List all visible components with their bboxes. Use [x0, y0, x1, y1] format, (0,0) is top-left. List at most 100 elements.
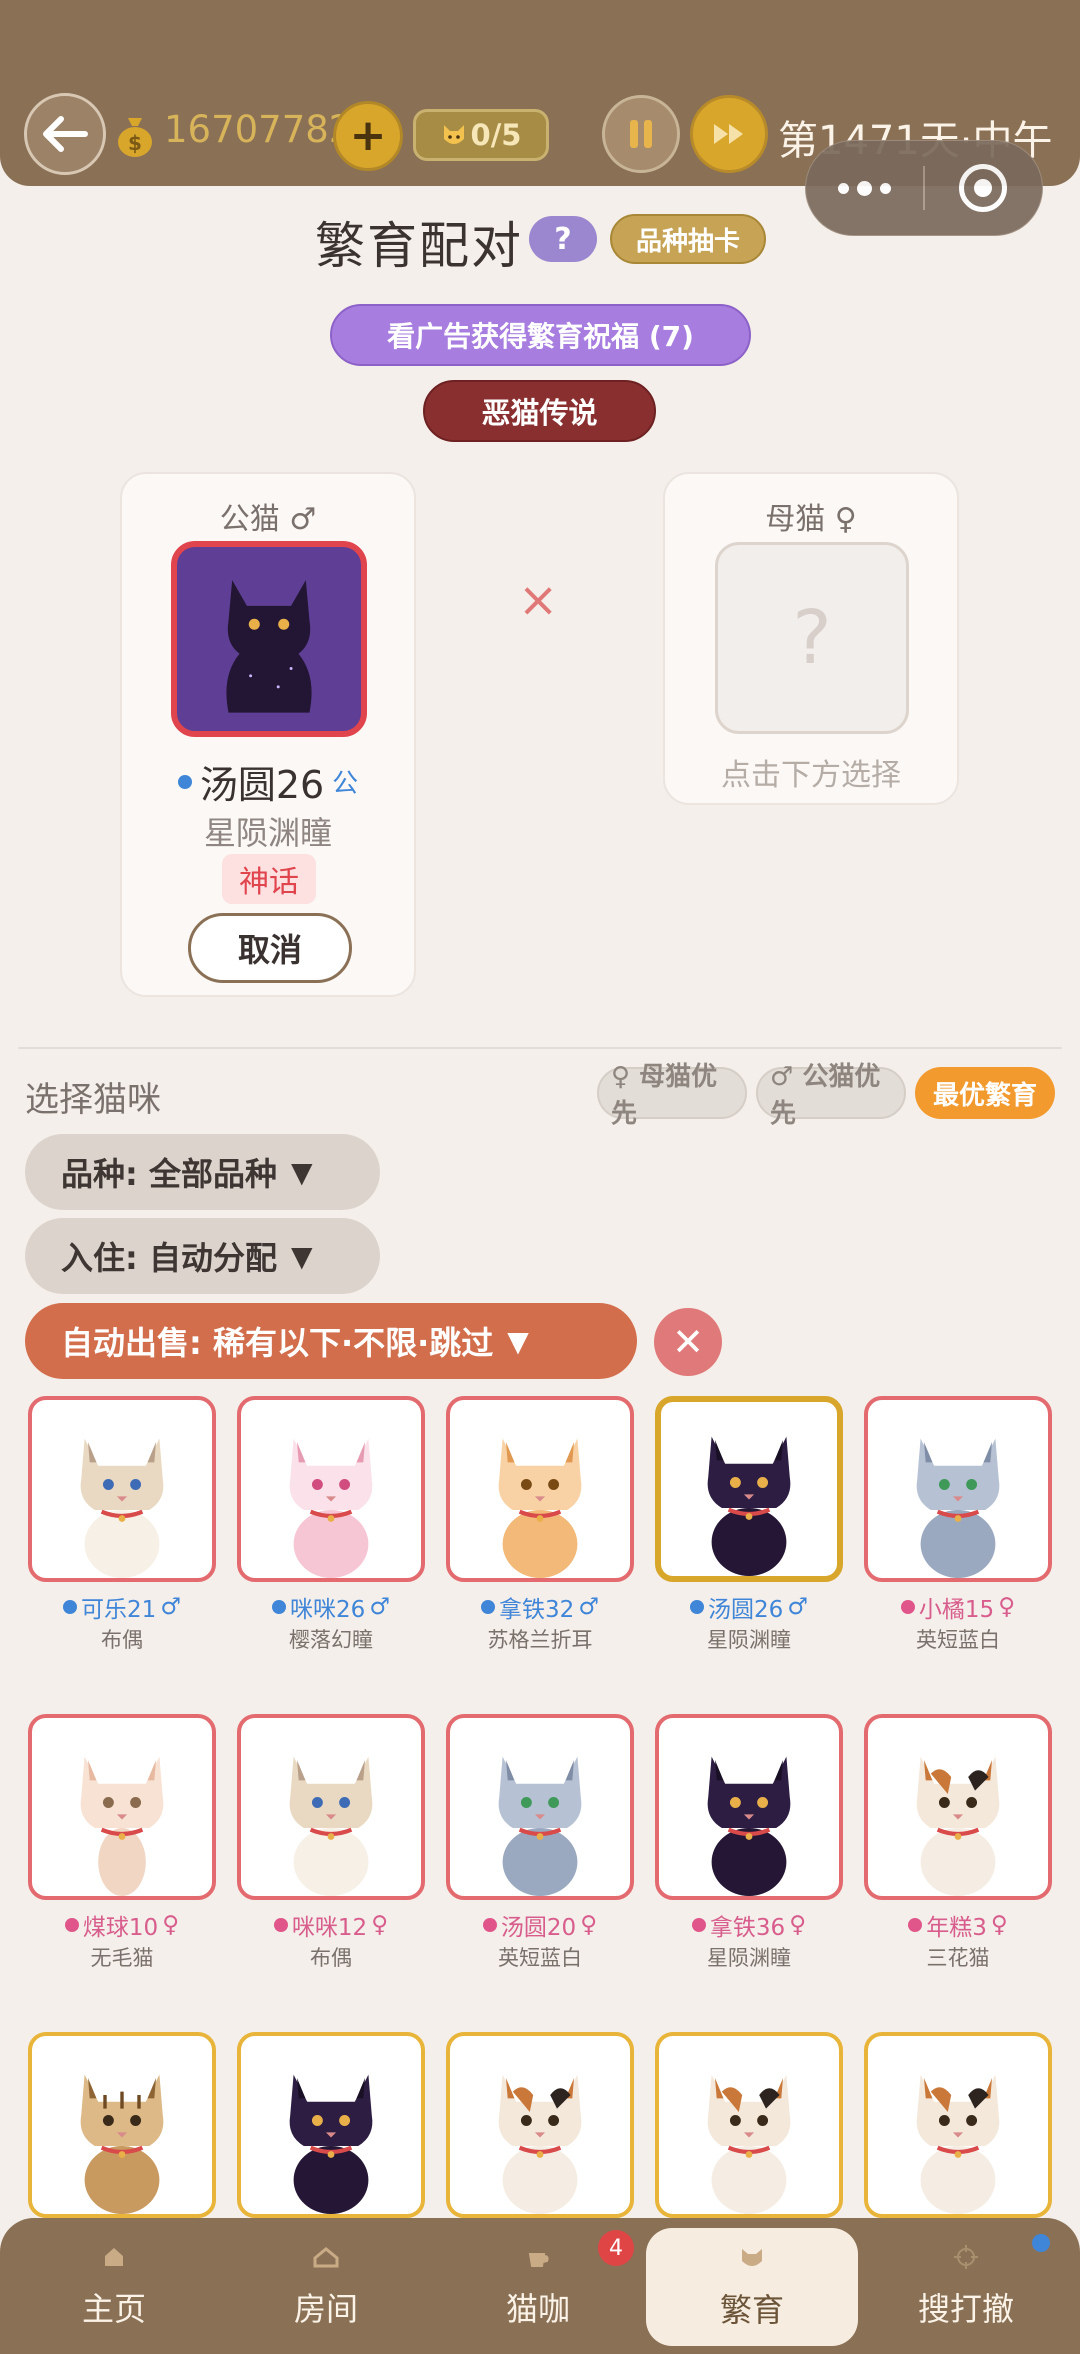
female-empty-slot[interactable]: ? — [715, 542, 909, 734]
cat-sex: ♀ — [371, 1912, 389, 1938]
fast-forward-icon — [714, 124, 743, 144]
watch-ad-button[interactable]: 看广告获得繁育祝福 (7) — [330, 304, 751, 366]
breed-gacha-button[interactable]: 品种抽卡 — [610, 214, 766, 264]
cat-card[interactable]: 年糕3 ♀ 三花猫 — [864, 1714, 1052, 1972]
cat-name-row: 拿铁36 ♀ — [655, 1910, 843, 1941]
page-title: 繁育配对 — [315, 217, 523, 275]
nav-breed[interactable]: 繁育 — [646, 2228, 858, 2346]
arrow-left-icon — [43, 116, 88, 152]
cat-head-icon — [742, 2249, 762, 2266]
fast-forward-button[interactable] — [690, 95, 768, 173]
cat-name: 汤圆20 — [500, 1915, 577, 1941]
cat-card[interactable] — [655, 2032, 843, 2218]
cafe-notification-badge: 4 — [598, 2230, 634, 2266]
cat-card[interactable] — [28, 2032, 216, 2218]
cat-card[interactable] — [446, 2032, 634, 2218]
cat-sex: ♀ — [789, 1912, 807, 1938]
female-card-heading: 母猫 ♀ — [765, 502, 857, 537]
cat-thumbnail — [655, 1396, 843, 1582]
nav-home[interactable]: 主页 — [8, 2218, 220, 2354]
housing-filter-dropdown[interactable]: 入住: 自动分配 ▼ — [25, 1218, 380, 1294]
cat-name-row: 拿铁32 ♂ — [446, 1592, 634, 1623]
cat-breed: 星陨渊瞳 — [707, 1946, 791, 1970]
gender-dot-icon — [272, 1600, 287, 1614]
cat-name-row: 煤球10 ♀ — [28, 1910, 216, 1941]
cat-sex: ♀ — [998, 1594, 1016, 1620]
male-priority-chip[interactable]: ♂ 公猫优先 — [756, 1062, 906, 1129]
cat-card[interactable]: 咪咪26 ♂ 樱落幻瞳 — [237, 1396, 425, 1654]
cat-ragdoll-icon — [80, 1438, 164, 1578]
clear-auto-sell-button[interactable]: ✕ — [654, 1308, 722, 1376]
cat-card[interactable]: 小橘15 ♀ 英短蓝白 — [864, 1396, 1052, 1654]
female-priority-chip[interactable]: ♀ 母猫优先 — [597, 1062, 747, 1129]
back-button[interactable] — [24, 93, 106, 175]
cat-name: 拿铁32 — [499, 1597, 575, 1623]
room-icon — [313, 2247, 339, 2268]
cat-card[interactable]: 可乐21 ♂ 布偶 — [28, 1396, 216, 1654]
cat-ragdoll-icon — [289, 1756, 373, 1896]
cat-calico-icon — [916, 2074, 1000, 2214]
more-dots-icon — [838, 180, 891, 196]
cat-thumbnail — [864, 1396, 1052, 1582]
more-menu-button[interactable] — [806, 141, 923, 235]
cat-orange-icon — [498, 1438, 582, 1578]
cat-card[interactable]: 煤球10 ♀ 无毛猫 — [28, 1714, 216, 1972]
cat-card[interactable]: 汤圆26 ♂ 星陨渊瞳 — [655, 1396, 843, 1654]
gender-dot-icon — [900, 1600, 915, 1614]
male-cat-portrait — [171, 541, 367, 737]
cat-name: 咪咪26 — [290, 1597, 366, 1623]
cat-black-icon — [707, 1436, 791, 1576]
housing-filter-label: 入住: 自动分配 — [61, 1239, 277, 1277]
male-cat-breed: 星陨渊瞳 — [203, 814, 332, 852]
female-cat-card[interactable]: 母猫 ♀ ? 点击下方选择 — [663, 472, 959, 805]
cat-card[interactable]: 咪咪12 ♀ 布偶 — [237, 1714, 425, 1972]
cat-card[interactable]: 汤圆20 ♀ 英短蓝白 — [446, 1714, 634, 1972]
cat-capacity: 0/5 — [413, 109, 549, 161]
cat-sex: ♀ — [162, 1912, 180, 1938]
cat-card[interactable] — [237, 2032, 425, 2218]
cancel-button[interactable]: 取消 — [188, 913, 352, 983]
add-coins-button[interactable]: + — [333, 101, 403, 171]
cat-sex: ♂ — [160, 1594, 181, 1620]
cat-breed: 布偶 — [101, 1628, 143, 1652]
gender-dot-icon — [64, 1918, 79, 1932]
capacity-text: 0/5 — [470, 118, 522, 152]
cat-card[interactable] — [864, 2032, 1052, 2218]
cat-card[interactable]: 拿铁36 ♀ 星陨渊瞳 — [655, 1714, 843, 1972]
close-program-button[interactable] — [925, 141, 1042, 235]
auto-sell-dropdown[interactable]: 自动出售: 稀有以下·不限·跳过 ▼ — [25, 1303, 637, 1379]
cat-thumbnail — [28, 1714, 216, 1900]
mini-program-capsule — [805, 140, 1043, 236]
black-cat-icon — [226, 580, 312, 713]
cat-sex: ♀ — [990, 1912, 1008, 1938]
dropdown-arrow-icon: ▼ — [290, 1239, 313, 1273]
pause-button[interactable] — [602, 95, 680, 173]
cat-thumbnail — [446, 1714, 634, 1900]
evil-cat-legend-button[interactable]: 恶猫传说 — [423, 380, 656, 442]
cat-breed: 英短蓝白 — [916, 1628, 1000, 1652]
cat-calico-icon — [707, 2074, 791, 2214]
cat-gray-icon — [916, 1438, 1000, 1578]
best-breed-chip[interactable]: 最优繁育 — [915, 1067, 1055, 1119]
cat-name-row: 咪咪26 ♂ — [237, 1592, 425, 1623]
cat-breed: 苏格兰折耳 — [487, 1628, 593, 1652]
breed-filter-dropdown[interactable]: 品种: 全部品种 ▼ — [25, 1134, 380, 1210]
cat-name: 可乐21 — [81, 1597, 157, 1623]
nav-room[interactable]: 房间 — [220, 2218, 432, 2354]
cat-sphynx-icon — [80, 1756, 164, 1896]
cat-breed: 布偶 — [310, 1946, 352, 1970]
male-dot-icon — [177, 774, 192, 789]
gender-dot-icon — [908, 1918, 923, 1932]
cat-breed: 三花猫 — [926, 1946, 990, 1970]
breed-filter-label: 品种: 全部品种 — [61, 1155, 277, 1193]
cat-name-row: 小橘15 ♀ — [864, 1592, 1052, 1623]
target-icon — [959, 164, 1008, 212]
help-button[interactable]: ? — [529, 216, 597, 262]
crosshair-icon — [954, 2245, 978, 2269]
cat-sex: ♀ — [580, 1912, 598, 1938]
money-bag-icon: $ — [118, 118, 152, 157]
house-icon — [105, 2248, 123, 2266]
male-cat-card[interactable]: 公猫 ♂ 汤圆26 公 星陨渊瞳 神话 取消 — [120, 472, 416, 997]
cat-thumbnail — [446, 2032, 634, 2218]
cat-card[interactable]: 拿铁32 ♂ 苏格兰折耳 — [446, 1396, 634, 1654]
